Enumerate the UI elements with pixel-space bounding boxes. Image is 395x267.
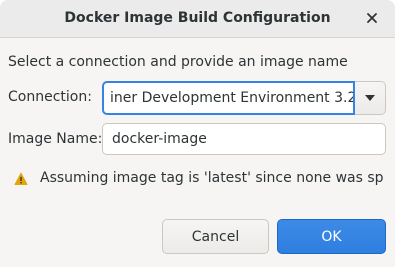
build-config-dialog: Docker Image Build Configuration Select …	[0, 0, 395, 267]
instruction-text: Select a connection and provide an image…	[8, 54, 348, 70]
close-button[interactable]	[363, 9, 381, 27]
connection-combobox[interactable]: iner Development Environment 3.2+	[102, 81, 386, 115]
warning-message: Assuming image tag is 'latest' since non…	[40, 170, 384, 186]
close-icon	[367, 13, 377, 23]
image-name-label: Image Name:	[8, 131, 103, 147]
title-bar: Docker Image Build Configuration	[0, 0, 395, 38]
connection-field[interactable]: iner Development Environment 3.2+	[102, 81, 355, 115]
cancel-button[interactable]: Cancel	[162, 219, 269, 254]
ok-button[interactable]: OK	[277, 219, 386, 254]
chevron-down-icon	[365, 95, 375, 101]
connection-dropdown-button[interactable]	[355, 81, 386, 115]
connection-value: iner Development Environment 3.2+	[110, 90, 355, 106]
image-name-input[interactable]	[102, 123, 386, 155]
connection-label: Connection:	[8, 89, 92, 105]
dialog-title: Docker Image Build Configuration	[64, 10, 331, 26]
warning-icon	[14, 172, 28, 185]
